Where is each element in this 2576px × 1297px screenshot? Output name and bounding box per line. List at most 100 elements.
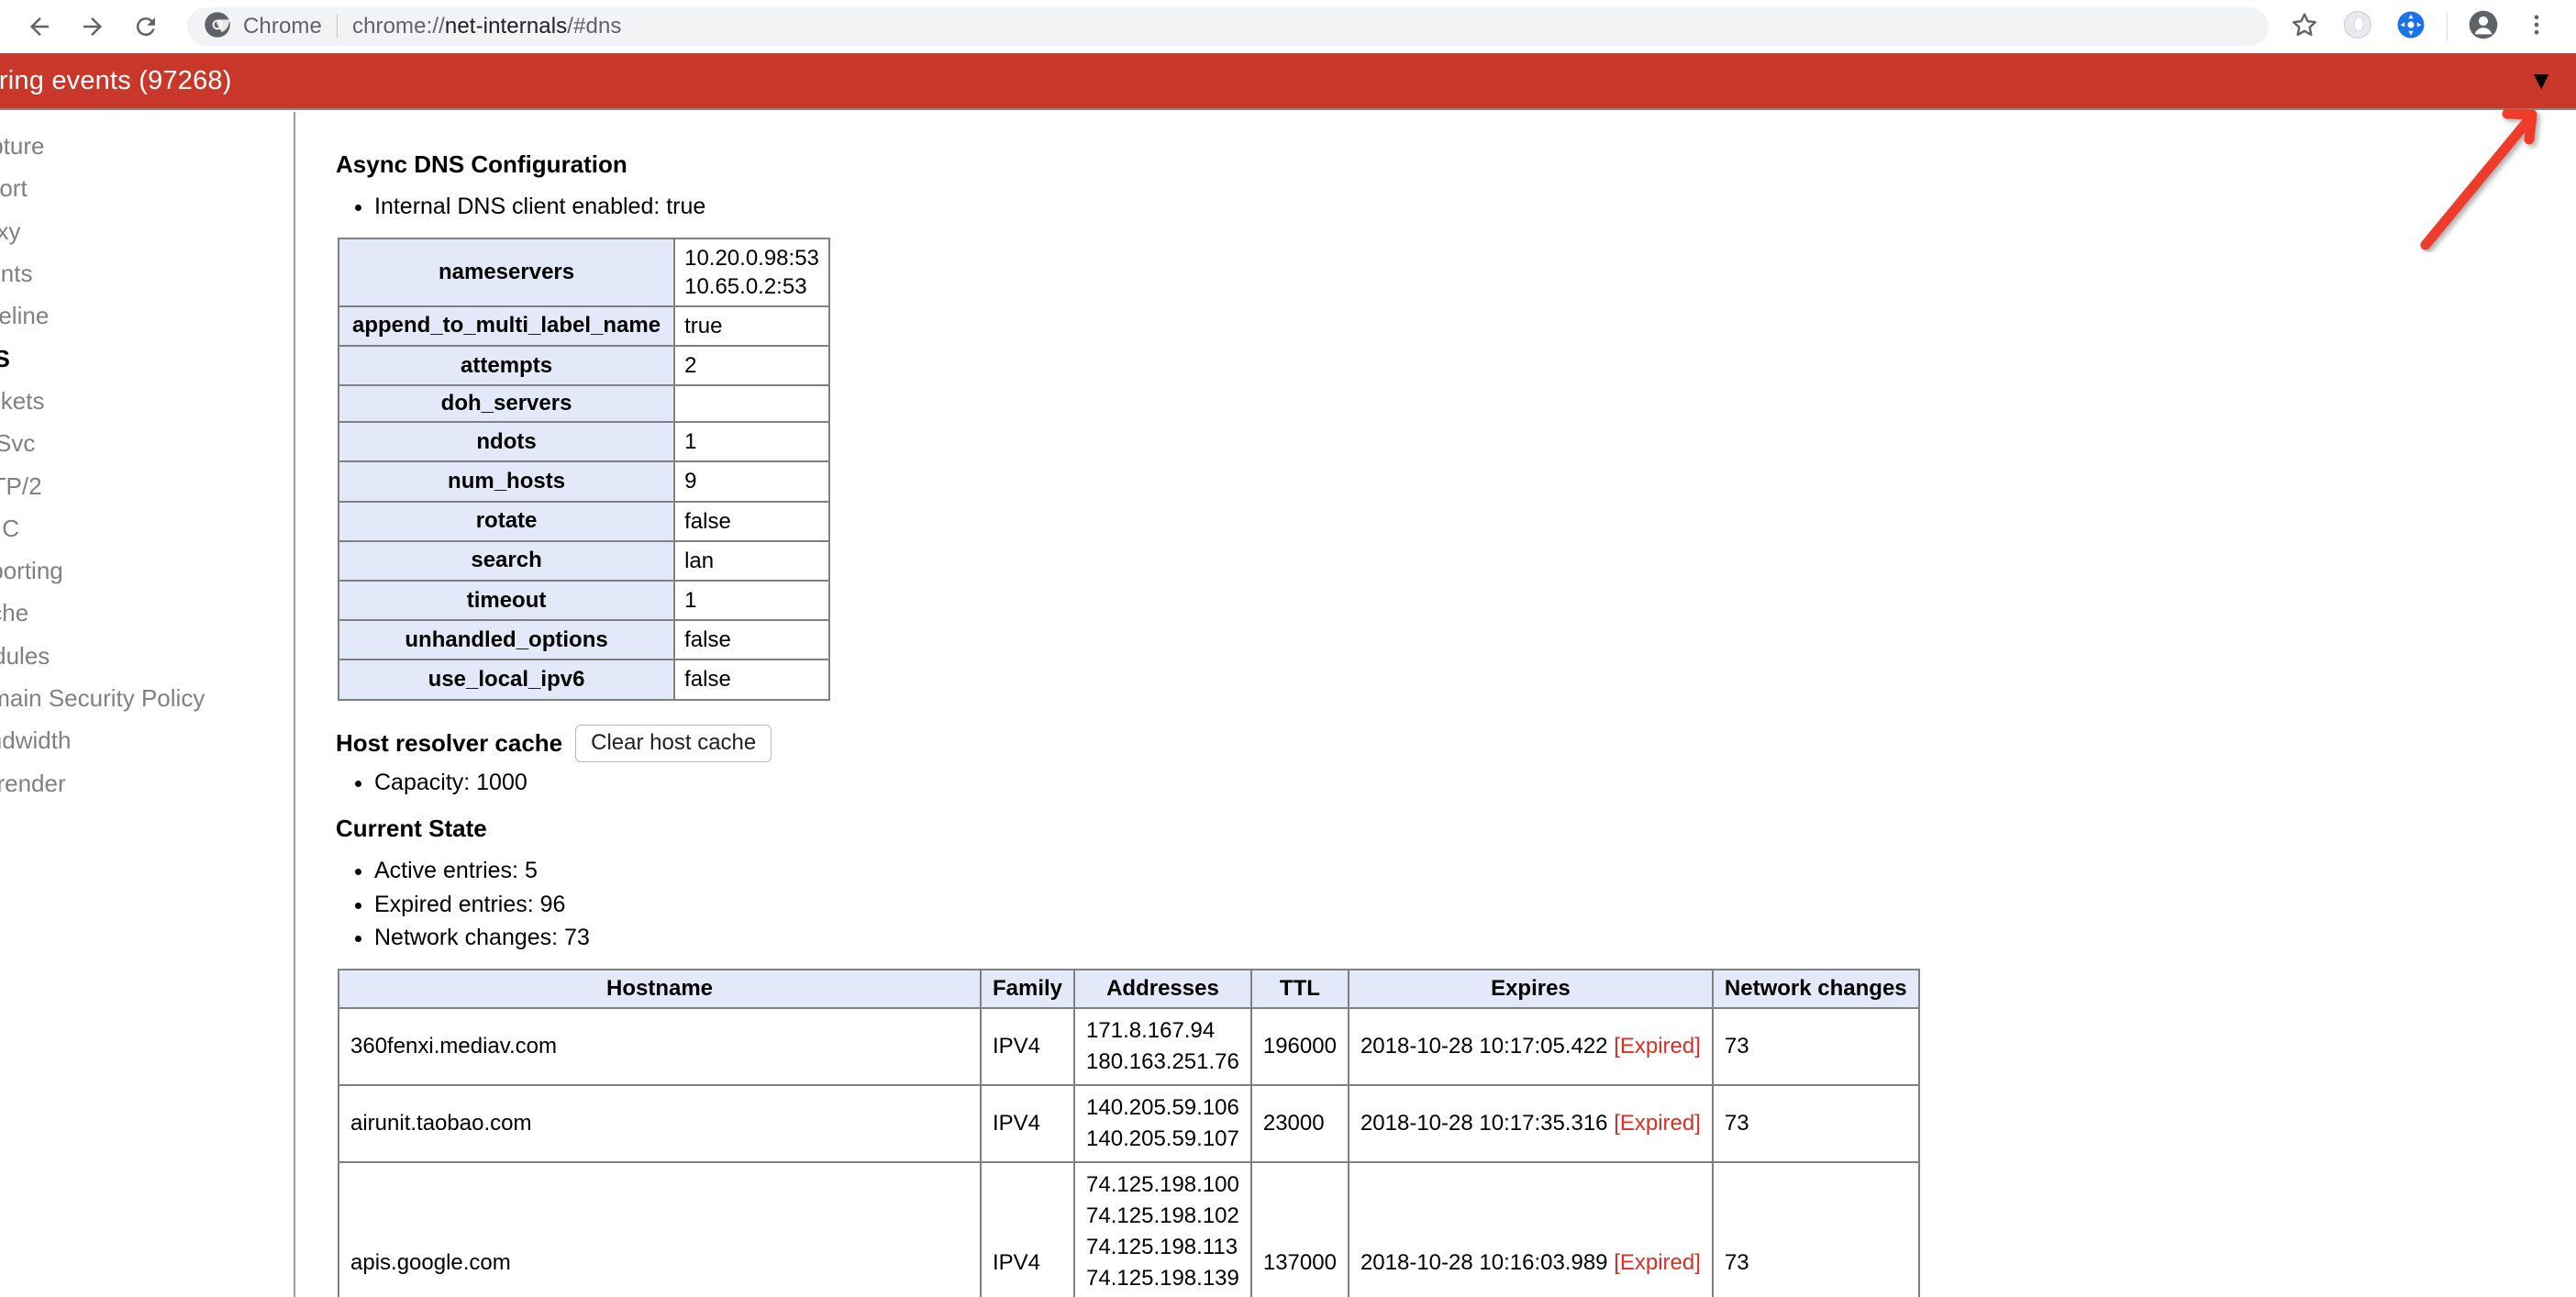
config-row: ndots 1 xyxy=(337,421,830,463)
config-value: lan xyxy=(673,539,830,582)
config-value: true xyxy=(673,305,830,348)
capture-status-banner: pturing events (97268) ▼ xyxy=(0,53,2576,110)
host-cache-table-head: Hostname Family Addresses TTL Expires Network… xyxy=(338,968,1920,1009)
sidebar-item-http2[interactable]: HTTP/2 xyxy=(0,465,294,507)
omnibox-url: chrome://net-internals/#dns xyxy=(352,14,622,39)
column-header: Network changes xyxy=(1711,968,1920,1009)
column-header: Hostname xyxy=(338,968,982,1009)
host-resolver-title: Host resolver cache xyxy=(336,728,563,757)
current-state-title: Current State xyxy=(336,815,487,843)
config-value: 10.20.0.98:53 10.65.0.2:53 xyxy=(673,237,830,307)
forward-arrow-icon xyxy=(79,13,106,40)
cell-hostname: apis.google.com xyxy=(338,1160,982,1297)
host-cache-table: Hostname Family Addresses TTL Expires Network… xyxy=(338,968,1920,1297)
host-resolver-bullets: Capacity: 1000 xyxy=(316,768,2576,799)
sidebar-item-bandwidth[interactable]: Bandwidth xyxy=(0,719,294,761)
cell-addresses: 74.125.198.100 74.125.198.102 74.125.198.1… xyxy=(1073,1160,1252,1297)
omnibox-divider xyxy=(336,15,338,39)
extension-circle-icon xyxy=(2342,9,2373,45)
config-value: 2 xyxy=(673,345,830,387)
sidebar-item-reporting[interactable]: Reporting xyxy=(0,549,294,592)
config-row: rotate false xyxy=(337,500,830,542)
network-changes: Network changes: 73 xyxy=(374,923,2576,954)
back-arrow-icon xyxy=(26,13,53,40)
url-fragment: /#dns xyxy=(567,14,622,39)
extension-button-1[interactable] xyxy=(2331,0,2384,53)
config-value: 1 xyxy=(673,421,830,463)
config-key: nameservers xyxy=(337,237,676,307)
cell-network-changes: 73 xyxy=(1711,1083,1920,1163)
url-scheme: chrome:// xyxy=(351,14,445,39)
bookmark-button[interactable] xyxy=(2278,0,2331,53)
cell-expires: 2018-10-28 10:17:05.422 [Expired] xyxy=(1347,1006,1714,1086)
sidebar-item-proxy[interactable]: Proxy xyxy=(0,210,294,252)
cell-network-changes: 73 xyxy=(1711,1006,1920,1086)
table-row: airunit.taobao.com IPV4 140.205.59.106 140.… xyxy=(338,1083,1920,1163)
config-row: attempts 2 xyxy=(337,345,830,387)
host-resolver-header: Host resolver cache Clear host cache xyxy=(336,724,2576,762)
profile-button[interactable] xyxy=(2457,0,2510,53)
active-entries: Active entries: 5 xyxy=(374,856,2576,887)
sidebar-item-cache[interactable]: Cache xyxy=(0,592,294,634)
sidebar-item-import[interactable]: Import xyxy=(0,167,294,209)
column-header: TTL xyxy=(1249,968,1349,1009)
config-key: attempts xyxy=(337,345,676,387)
config-key: use_local_ipv6 xyxy=(337,659,676,701)
config-key: num_hosts xyxy=(337,460,676,503)
config-value: false xyxy=(673,659,830,701)
config-key: ndots xyxy=(337,421,676,463)
sidebar-item-dns[interactable]: DNS xyxy=(0,338,294,380)
async-dns-title: Async DNS Configuration xyxy=(336,150,627,178)
config-row: use_local_ipv6 false xyxy=(337,659,830,701)
expired-badge: [Expired] xyxy=(1614,1250,1701,1276)
profile-avatar-icon xyxy=(2467,8,2500,46)
config-key: unhandled_options xyxy=(337,619,676,661)
cell-addresses: 140.205.59.106 140.205.59.107 xyxy=(1073,1083,1252,1163)
host-cache-table-body: 360fenxi.mediav.com IPV4 171.8.167.94 180.1… xyxy=(338,1006,1920,1297)
forward-button[interactable] xyxy=(66,0,119,53)
config-value: 9 xyxy=(673,460,830,503)
sidebar-item-timeline[interactable]: Timeline xyxy=(0,294,294,337)
extension-button-2[interactable] xyxy=(2384,0,2437,53)
reload-button[interactable] xyxy=(119,0,172,53)
reload-icon xyxy=(132,13,160,40)
url-host: net-internals xyxy=(444,14,568,39)
sidebar-item-prerender[interactable]: Prerender xyxy=(0,762,294,804)
column-header: Family xyxy=(979,968,1076,1009)
config-key: append_to_multi_label_name xyxy=(337,305,676,348)
dns-panel: Async DNS Configuration Internal DNS cli… xyxy=(297,112,2576,1297)
sidebar-item-sockets[interactable]: Sockets xyxy=(0,380,294,422)
sidebar-item-modules[interactable]: Modules xyxy=(0,635,294,677)
column-header: Expires xyxy=(1347,968,1714,1009)
column-header: Addresses xyxy=(1073,968,1252,1009)
config-row: append_to_multi_label_name true xyxy=(337,305,830,348)
cell-hostname: airunit.taobao.com xyxy=(338,1083,982,1163)
current-state-bullets: Active entries: 5 Expired entries: 96 Ne… xyxy=(316,856,2576,954)
sidebar-item-quic[interactable]: QUIC xyxy=(0,507,294,549)
clear-host-cache-button[interactable]: Clear host cache xyxy=(575,724,772,762)
sidebar-item-events[interactable]: Events xyxy=(0,252,294,294)
browser-toolbar: Chrome chrome://net-internals/#dns xyxy=(0,0,2576,53)
cell-ttl: 23000 xyxy=(1249,1083,1349,1163)
chevron-down-icon[interactable]: ▼ xyxy=(2528,68,2554,94)
config-row: timeout 1 xyxy=(337,579,830,622)
cell-family: IPV4 xyxy=(979,1160,1076,1297)
expired-entries: Expired entries: 96 xyxy=(374,890,2576,921)
three-dot-menu-icon xyxy=(2524,12,2549,42)
extension-blue-icon xyxy=(2395,9,2426,45)
chrome-menu-button[interactable] xyxy=(2510,0,2563,53)
address-bar[interactable]: Chrome chrome://net-internals/#dns xyxy=(187,7,2269,46)
sidebar-item-alt-svc[interactable]: Alt-Svc xyxy=(0,422,294,464)
config-key: rotate xyxy=(337,500,676,542)
star-icon xyxy=(2290,10,2319,44)
back-button[interactable] xyxy=(13,0,66,53)
sidebar-item-domain-security-policy[interactable]: Domain Security Policy xyxy=(0,677,294,719)
async-dns-config-table: nameservers 10.20.0.98:53 10.65.0.2:53 appe… xyxy=(337,237,830,701)
config-key: search xyxy=(337,539,676,582)
async-dns-bullets: Internal DNS client enabled: true xyxy=(316,192,2576,223)
table-header-row: Hostname Family Addresses TTL Expires Network… xyxy=(338,968,1920,1009)
config-row: search lan xyxy=(337,539,830,582)
cache-capacity: Capacity: 1000 xyxy=(374,768,2576,799)
sidebar-item-capture[interactable]: Capture xyxy=(0,125,294,167)
chrome-logo-icon xyxy=(204,11,231,43)
